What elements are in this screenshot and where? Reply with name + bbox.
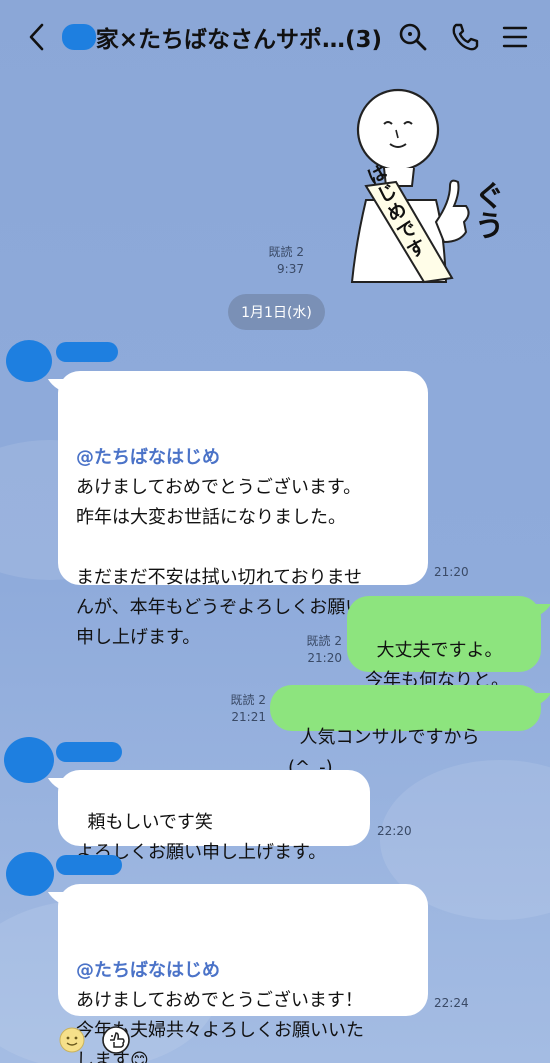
message-bubble[interactable]: 頼もしいです笑 よろしくお願い申し上げます。 bbox=[58, 770, 370, 863]
read-receipt: 既読 2 21:20 bbox=[300, 633, 342, 667]
menu-icon[interactable] bbox=[498, 20, 532, 54]
read-receipt: 既読 2 9:37 bbox=[262, 244, 304, 278]
message-time: 22:24 bbox=[434, 996, 469, 1010]
redacted-sender-name bbox=[56, 742, 122, 762]
chat-title[interactable]: 家×たちばなさんサポ…(3) bbox=[62, 22, 382, 52]
message-time: 21:20 bbox=[434, 565, 469, 579]
redacted-sender-name bbox=[56, 342, 118, 362]
chat-title-text: 家×たちばなさんサポ…(3) bbox=[95, 27, 382, 52]
message-time: 9:37 bbox=[277, 262, 304, 276]
smile-reaction-icon[interactable] bbox=[58, 1026, 86, 1054]
message-time: 21:20 bbox=[307, 651, 342, 665]
message-bubble[interactable]: @たちばなはじめ あけましておめでとうございます！ 今年も夫婦共々よろしくお願いい… bbox=[58, 884, 428, 1063]
bald-character-sticker-icon: はじめです ぐう bbox=[350, 88, 504, 284]
phone-icon[interactable] bbox=[448, 20, 482, 54]
message-bubble[interactable]: 大丈夫ですよ。 今年も何なりと。 bbox=[347, 596, 541, 691]
message-text: 大丈夫ですよ。 今年も何なりと。 bbox=[365, 640, 509, 691]
message-text: あけましておめでとうございます。 昨年は大変お世話になりました。 まだまだ不安は… bbox=[76, 477, 364, 648]
mention-link[interactable]: @たちばなはじめ bbox=[76, 443, 410, 473]
avatar[interactable] bbox=[6, 852, 54, 896]
message-bubble[interactable]: @たちばなはじめあけましておめでとうございます。 昨年は大変お世話になりました。… bbox=[58, 371, 428, 648]
chat-header: 家×たちばなさんサポ…(3) bbox=[0, 0, 550, 74]
sticker-side-text: ぐう bbox=[469, 180, 504, 240]
date-divider: 1月1日(水) bbox=[228, 294, 325, 330]
avatar[interactable] bbox=[4, 737, 54, 783]
redacted-sender-name bbox=[56, 855, 122, 875]
message-bubble[interactable]: 人気コンサルですから(^_-) bbox=[270, 685, 541, 778]
thumbs-up-reaction-icon[interactable] bbox=[100, 1024, 132, 1056]
mention-link[interactable]: @たちばなはじめ bbox=[76, 956, 410, 986]
read-receipt: 既読 2 21:21 bbox=[224, 692, 266, 726]
avatar[interactable] bbox=[6, 340, 52, 382]
chevron-left-icon[interactable] bbox=[22, 20, 52, 54]
sticker-message[interactable]: はじめです ぐう bbox=[326, 82, 516, 288]
redacted-name bbox=[62, 24, 96, 50]
message-time: 22:20 bbox=[377, 824, 412, 838]
search-icon[interactable] bbox=[396, 20, 430, 54]
message-time: 21:21 bbox=[231, 710, 266, 724]
